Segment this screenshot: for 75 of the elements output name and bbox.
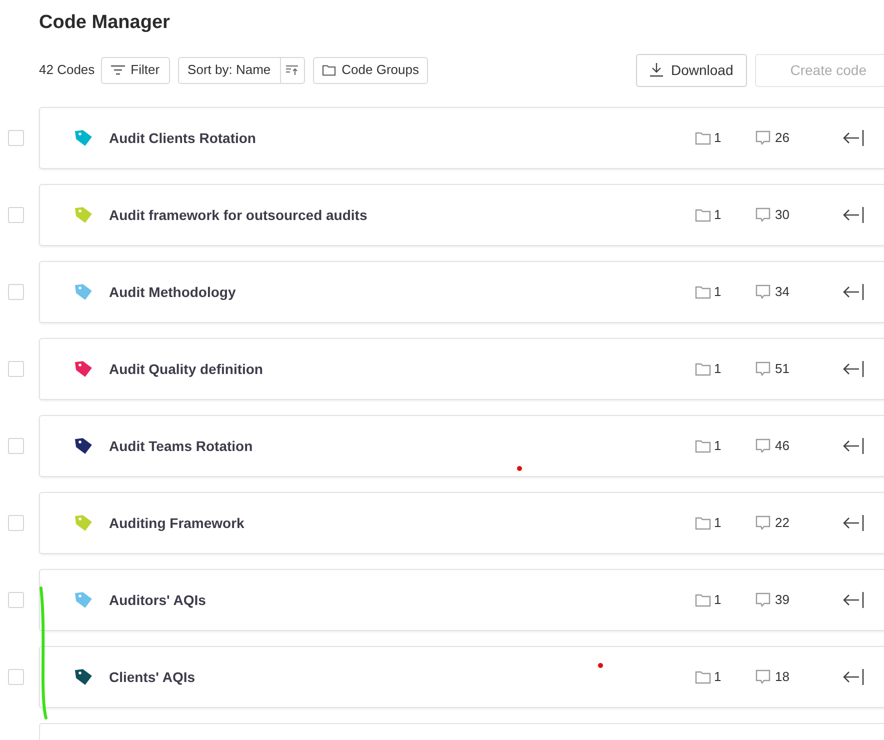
group-count: 1 <box>714 206 722 224</box>
checkbox[interactable] <box>8 207 24 223</box>
checkbox[interactable] <box>8 361 24 377</box>
comment-count: 34 <box>775 283 790 302</box>
download-button[interactable]: Download <box>636 54 748 86</box>
comment-count: 22 <box>775 514 790 532</box>
folder-icon <box>695 593 711 607</box>
collapse-arrow-icon[interactable] <box>843 206 865 224</box>
comment-icon <box>755 361 771 377</box>
code-name: Audit framework for outsourced audits <box>109 206 368 224</box>
code-name: Auditing Framework <box>109 514 246 533</box>
code-name: Auditors' AQIs <box>109 590 207 610</box>
code-card[interactable]: Auditing Framework 1 22 <box>39 492 884 554</box>
code-name: Audit Teams Rotation <box>109 436 254 456</box>
collapse-arrow-icon[interactable] <box>843 591 865 609</box>
checkbox[interactable] <box>8 438 24 454</box>
sort-ascending-icon <box>286 64 299 76</box>
comment-icon <box>755 592 771 608</box>
comment-count: 51 <box>775 360 790 378</box>
folder-icon <box>695 670 711 684</box>
code-card[interactable]: Clients' AQIs 1 18 <box>39 646 884 708</box>
collapse-arrow-icon[interactable] <box>843 668 865 686</box>
checkbox[interactable] <box>8 515 24 531</box>
comment-icon <box>755 669 771 685</box>
comment-icon <box>755 284 771 300</box>
folder-icon <box>695 439 711 453</box>
comment-icon <box>755 130 771 146</box>
group-count: 1 <box>714 283 722 302</box>
collapse-arrow-icon[interactable] <box>843 360 865 378</box>
collapse-arrow-icon[interactable] <box>843 283 865 301</box>
comment-icon <box>755 438 771 454</box>
checkbox[interactable] <box>8 284 24 300</box>
collapse-arrow-icon[interactable] <box>843 437 865 455</box>
comment-count: 30 <box>775 206 790 224</box>
filter-button[interactable]: Filter <box>100 56 170 84</box>
comment-count: 39 <box>775 591 790 610</box>
code-groups-button[interactable]: Code Groups <box>312 56 428 84</box>
folder-icon <box>695 516 711 530</box>
collapse-arrow-icon[interactable] <box>843 129 865 147</box>
checkbox[interactable] <box>8 592 24 608</box>
folder-icon <box>695 362 711 376</box>
code-card[interactable]: Audit Clients Rotation 1 26 <box>39 107 884 169</box>
filter-icon <box>110 65 125 75</box>
group-count: 1 <box>714 129 722 148</box>
annotation-dot <box>517 466 522 471</box>
group-count: 1 <box>714 591 722 610</box>
comment-count: 18 <box>775 668 790 686</box>
folder-icon <box>322 64 336 76</box>
comment-count: 26 <box>775 129 790 148</box>
comment-icon <box>755 515 771 531</box>
code-card[interactable]: Auditors' AQIs 1 39 <box>39 569 884 631</box>
page-title: Code Manager <box>39 11 171 35</box>
code-name: Audit Methodology <box>109 282 237 302</box>
comment-count: 46 <box>775 437 790 456</box>
code-card[interactable]: Audit Quality definition 1 51 <box>39 338 884 400</box>
code-card[interactable]: Audit framework for outsourced audits 1 30 <box>39 184 884 246</box>
group-count: 1 <box>714 437 722 456</box>
checkbox[interactable] <box>8 130 24 146</box>
code-card[interactable]: Audit Teams Rotation 1 46 <box>39 415 884 477</box>
group-count: 1 <box>714 360 722 378</box>
code-card[interactable]: Audit Methodology 1 34 <box>39 261 884 323</box>
folder-icon <box>695 208 711 222</box>
folder-icon <box>695 285 711 299</box>
code-name: Audit Quality definition <box>109 360 264 379</box>
group-count: 1 <box>714 514 722 532</box>
code-name: Audit Clients Rotation <box>109 128 257 148</box>
code-name: Clients' AQIs <box>109 668 196 687</box>
download-icon <box>650 63 663 77</box>
folder-icon <box>695 131 711 145</box>
comment-icon <box>755 207 771 223</box>
annotation-dot <box>598 663 603 668</box>
code-count: 42 Codes <box>39 61 95 80</box>
collapse-arrow-icon[interactable] <box>843 514 865 532</box>
checkbox[interactable] <box>8 669 24 685</box>
group-count: 1 <box>714 668 722 686</box>
